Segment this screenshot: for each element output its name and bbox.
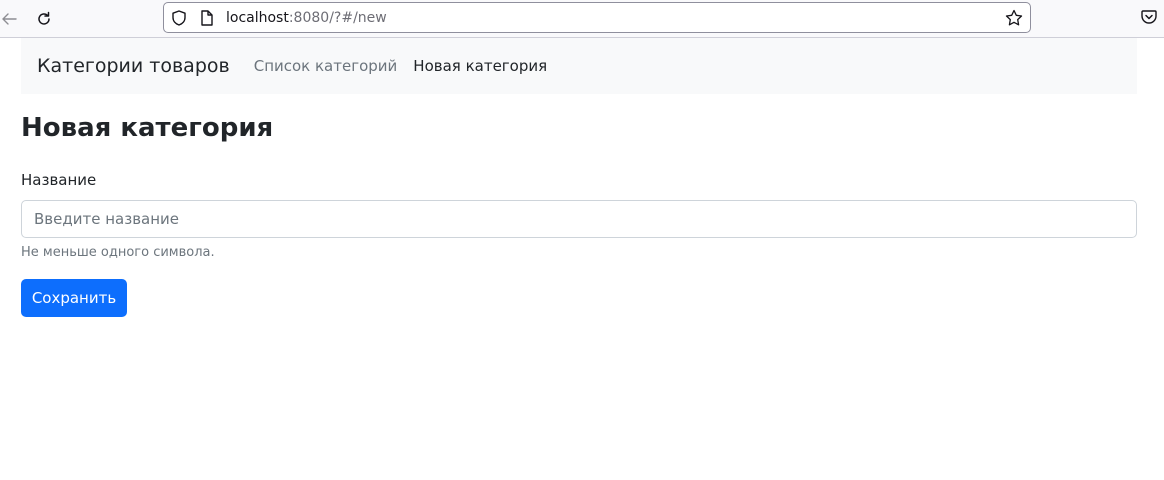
url-text[interactable]: localhost:8080/?#/new <box>226 9 387 27</box>
navbar: Категории товаров Список категорий Новая… <box>21 38 1137 94</box>
url-host: localhost <box>226 10 289 26</box>
nav-links: Список категорий Новая категория <box>254 55 563 77</box>
name-help-text: Не меньше одного символа. <box>21 245 215 260</box>
save-button[interactable]: Сохранить <box>21 279 127 317</box>
name-label: Название <box>21 171 97 189</box>
bookmark-star-icon[interactable] <box>1004 8 1024 28</box>
shield-icon[interactable] <box>170 9 188 27</box>
page-title: Новая категория <box>21 113 274 143</box>
nav-link-category-list[interactable]: Список категорий <box>254 55 398 77</box>
back-arrow-icon[interactable] <box>0 7 21 31</box>
url-path: :8080/?#/new <box>288 10 387 26</box>
navbar-brand[interactable]: Категории товаров <box>37 54 230 78</box>
name-input[interactable] <box>21 200 1137 238</box>
reload-icon[interactable] <box>32 7 56 31</box>
browser-toolbar: localhost:8080/?#/new <box>0 0 1164 38</box>
page-icon[interactable] <box>199 9 215 27</box>
pocket-icon[interactable] <box>1140 8 1160 28</box>
nav-link-new-category[interactable]: Новая категория <box>413 55 547 77</box>
address-bar[interactable]: localhost:8080/?#/new <box>163 2 1031 33</box>
